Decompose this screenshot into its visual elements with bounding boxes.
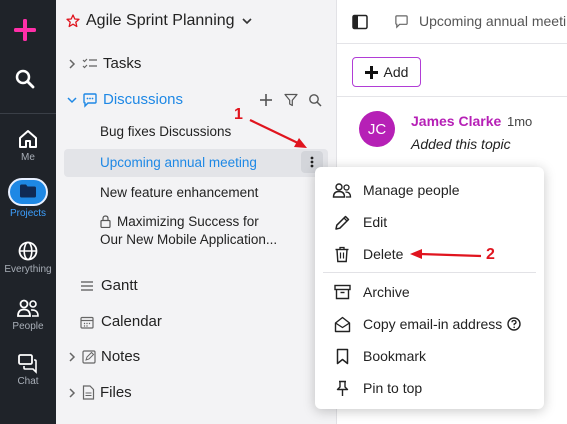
search-icon[interactable] xyxy=(15,69,35,89)
menu-item-copy-email[interactable]: Copy email-in address xyxy=(315,309,544,339)
menu-label: Archive xyxy=(363,284,410,300)
toggle-sidebar-icon[interactable] xyxy=(352,14,368,30)
star-icon[interactable] xyxy=(66,14,80,28)
pencil-icon xyxy=(334,215,349,230)
rail-label-chat: Chat xyxy=(17,376,39,387)
rail-label-everything: Everything xyxy=(4,264,52,275)
rail-item-me[interactable]: Me xyxy=(0,128,56,163)
menu-label: Copy email-in address xyxy=(363,316,503,332)
create-plus-icon[interactable] xyxy=(13,18,37,42)
rail-label-people: People xyxy=(12,321,44,332)
menu-label: Pin to top xyxy=(363,380,423,396)
topbar: Upcoming annual meeting xyxy=(337,0,567,44)
discussion-item[interactable]: Bug fixes Discussions xyxy=(100,124,231,139)
menu-item-manage-people[interactable]: Manage people xyxy=(315,175,544,205)
discussion-item-private-line2: Our New Mobile Application... xyxy=(100,232,278,247)
section-tasks-label: Tasks xyxy=(103,55,142,72)
project-panel: Agile Sprint Planning Tasks Discussions … xyxy=(56,0,337,424)
section-discussions-label: Discussions xyxy=(103,91,184,108)
section-notes[interactable]: Notes xyxy=(66,348,140,365)
menu-item-archive[interactable]: Archive xyxy=(315,277,544,307)
discussion-item[interactable]: New feature enhancement xyxy=(100,185,258,200)
menu-label: Edit xyxy=(363,214,388,230)
people-icon xyxy=(332,183,352,198)
section-files-label: Files xyxy=(100,384,132,401)
discussion-bubble-icon xyxy=(395,15,408,29)
menu-label: Bookmark xyxy=(363,348,427,364)
add-plus-icon[interactable] xyxy=(259,93,273,107)
rail-label-me: Me xyxy=(21,152,35,163)
annotation-step-2: 2 xyxy=(486,246,495,263)
envelope-open-icon xyxy=(334,316,350,332)
section-notes-label: Notes xyxy=(101,348,141,365)
trash-icon xyxy=(335,246,349,262)
rail-item-everything[interactable]: Everything xyxy=(0,240,56,275)
add-button[interactable]: Add xyxy=(352,57,421,87)
chevron-down-icon[interactable] xyxy=(241,15,253,27)
projects-pill xyxy=(8,178,48,206)
annotation-step-1: 1 xyxy=(234,106,243,123)
help-icon[interactable] xyxy=(507,317,521,331)
tasks-list-icon xyxy=(82,58,97,68)
section-calendar[interactable]: Calendar xyxy=(80,313,162,330)
plus-icon xyxy=(364,65,378,79)
filter-icon[interactable] xyxy=(284,93,298,107)
notes-icon xyxy=(82,349,96,364)
comment-author[interactable]: James Clarke xyxy=(411,113,501,129)
discussion-bubble-icon xyxy=(83,92,97,108)
rail-item-people[interactable]: People xyxy=(0,297,56,332)
menu-item-bookmark[interactable]: Bookmark xyxy=(315,341,544,371)
discussion-item-private[interactable]: Maximizing Success for xyxy=(100,214,259,229)
add-button-label: Add xyxy=(383,64,409,80)
project-header[interactable]: Agile Sprint Planning xyxy=(66,12,253,30)
search-icon[interactable] xyxy=(308,93,322,107)
gantt-icon xyxy=(81,280,93,291)
rail-item-chat[interactable]: Chat xyxy=(0,352,56,387)
comment-timestamp: 1mo xyxy=(507,114,533,129)
file-icon xyxy=(82,385,95,400)
section-calendar-label: Calendar xyxy=(101,313,162,330)
menu-label: Manage people xyxy=(363,182,460,198)
bookmark-icon xyxy=(336,348,348,364)
menu-divider xyxy=(323,272,536,273)
section-discussions[interactable]: Discussions xyxy=(66,91,183,108)
chevron-right-icon[interactable] xyxy=(66,351,78,363)
discussion-item-private-line1: Maximizing Success for xyxy=(117,214,259,229)
rail-item-projects[interactable]: Projects xyxy=(0,178,56,219)
section-tasks[interactable]: Tasks xyxy=(66,55,141,72)
section-gantt-label: Gantt xyxy=(101,277,138,294)
rail-label-projects: Projects xyxy=(9,208,47,219)
context-menu: Manage people Edit Delete Archive Copy e xyxy=(315,167,544,409)
menu-item-edit[interactable]: Edit xyxy=(315,207,544,237)
comment-text: Added this topic xyxy=(411,136,511,152)
discussion-item-selected[interactable]: Upcoming annual meeting xyxy=(100,155,257,170)
kebab-icon xyxy=(310,156,314,168)
folder-icon xyxy=(20,184,36,198)
globe-icon xyxy=(18,241,38,261)
chevron-right-icon[interactable] xyxy=(66,387,78,399)
archive-icon xyxy=(333,284,351,300)
chevron-right-icon[interactable] xyxy=(66,58,78,70)
pin-icon xyxy=(336,380,348,396)
content-divider xyxy=(337,96,567,97)
topbar-title: Upcoming annual meeting xyxy=(419,13,567,29)
calendar-icon xyxy=(80,316,94,329)
people-icon xyxy=(17,299,39,317)
avatar[interactable]: JC xyxy=(359,111,395,147)
menu-item-delete[interactable]: Delete xyxy=(315,239,544,269)
project-title: Agile Sprint Planning xyxy=(86,12,235,29)
rail-divider xyxy=(0,113,56,114)
app-rail: Me Projects Everything People Chat xyxy=(0,0,56,424)
section-gantt[interactable]: Gantt xyxy=(80,277,138,294)
home-icon xyxy=(19,130,37,148)
lock-icon xyxy=(100,215,111,228)
menu-label: Delete xyxy=(363,246,404,262)
chevron-down-icon[interactable] xyxy=(66,94,78,106)
chat-icon xyxy=(18,354,37,374)
section-files[interactable]: Files xyxy=(66,384,132,401)
menu-item-pin-to-top[interactable]: Pin to top xyxy=(315,373,544,403)
